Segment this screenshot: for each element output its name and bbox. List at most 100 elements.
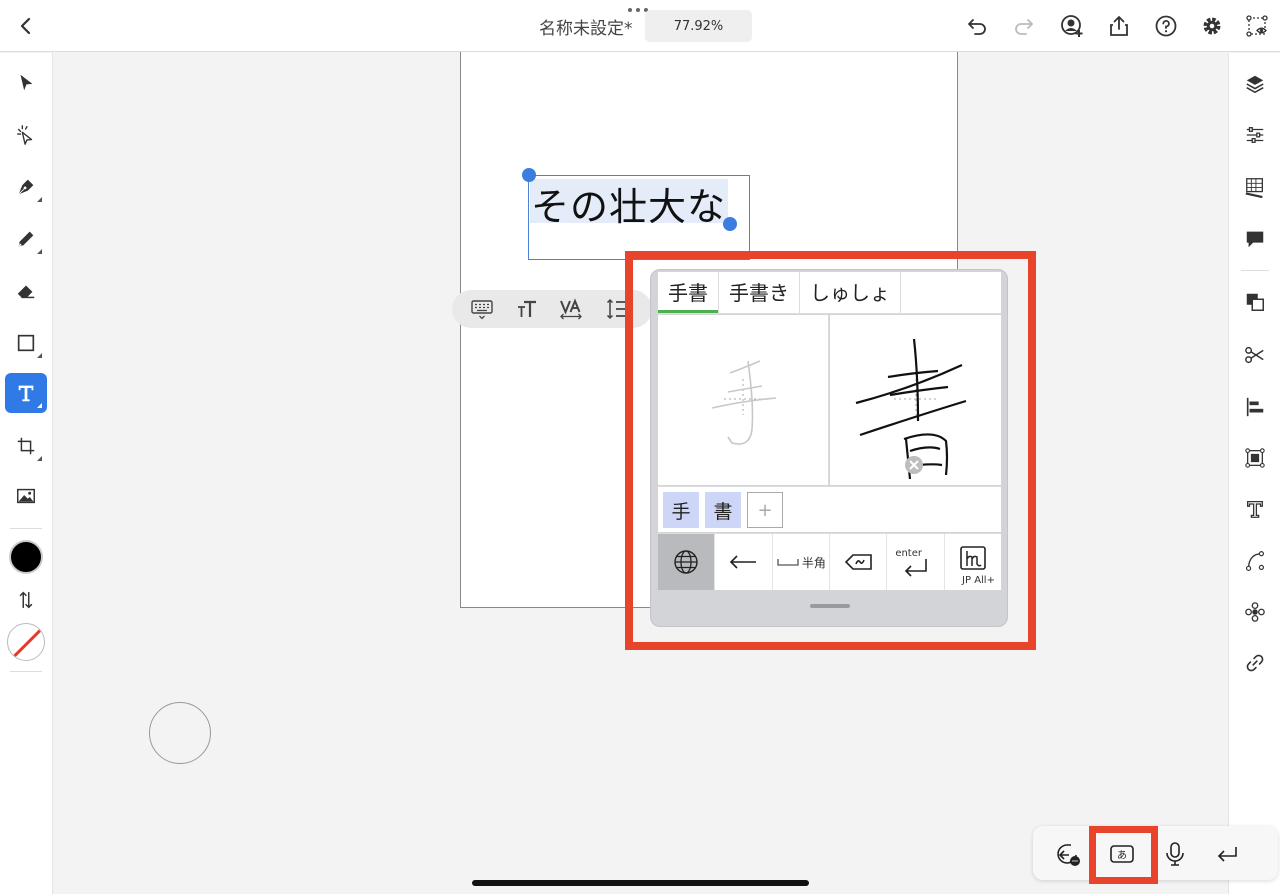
transform-icon — [1245, 448, 1265, 468]
crop-tool[interactable] — [5, 426, 47, 466]
arrow-left-icon — [730, 555, 757, 569]
candidate-item[interactable]: 手書 — [658, 272, 719, 313]
transform-button[interactable] — [1241, 444, 1269, 472]
candidate-item[interactable]: 手書き — [719, 272, 800, 313]
scissors-icon — [1245, 346, 1264, 364]
clear-stroke-icon[interactable] — [904, 455, 924, 475]
handwriting-keyboard: 手書 手書き しゅしょ 手 書 + 半角 enter JP All+ — [650, 269, 1008, 627]
grid-ruler-icon — [1245, 178, 1263, 198]
preview-button[interactable] — [1241, 10, 1273, 42]
dictation-button[interactable] — [1160, 839, 1190, 869]
tracking-button[interactable] — [558, 297, 584, 321]
input-method-key[interactable]: JP All+ — [945, 534, 1001, 590]
zoom-level[interactable]: 77.92% — [645, 10, 752, 42]
pencil-tool[interactable] — [5, 219, 47, 259]
document-title[interactable]: 名称未設定* — [539, 14, 633, 39]
recognized-char[interactable]: 書 — [705, 492, 741, 528]
type-t-icon — [18, 385, 34, 402]
settings-button[interactable] — [1196, 10, 1228, 42]
undo-button[interactable] — [961, 10, 993, 42]
enter-key[interactable]: enter — [887, 534, 945, 590]
space-key-label: 半角 — [801, 555, 826, 570]
sliders-icon — [1246, 127, 1264, 143]
arrow-left-key[interactable] — [715, 534, 773, 590]
share-icon — [1110, 16, 1128, 36]
writing-pad-right[interactable] — [830, 315, 1001, 485]
type-t-outline-icon — [1247, 501, 1263, 518]
direct-selection-tool[interactable] — [5, 115, 47, 155]
share-button[interactable] — [1103, 10, 1135, 42]
comments-button[interactable] — [1241, 225, 1269, 253]
rectangle-tool[interactable] — [5, 323, 47, 363]
candidate-item[interactable]: しゅしょ — [800, 272, 901, 313]
type-tool[interactable] — [5, 373, 47, 413]
chevron-left-icon — [20, 17, 31, 35]
swap-arrows-icon — [19, 591, 33, 609]
globe-key[interactable] — [658, 534, 716, 590]
microphone-icon — [1166, 842, 1184, 866]
link-icon — [1246, 654, 1264, 672]
invite-button[interactable] — [1056, 10, 1088, 42]
text-content[interactable]: その壮大な — [531, 176, 726, 231]
font-size-button[interactable] — [514, 297, 540, 321]
backspace-key[interactable] — [830, 534, 888, 590]
image-tool[interactable] — [5, 476, 47, 516]
space-icon — [777, 559, 799, 566]
pattern-button[interactable] — [1241, 598, 1269, 626]
text-start-handle[interactable] — [522, 168, 536, 182]
selection-tool[interactable] — [5, 63, 47, 103]
fill-color-swatch[interactable] — [9, 540, 43, 574]
writing-pad-left[interactable] — [658, 315, 829, 485]
recognized-char[interactable]: 手 — [663, 492, 699, 528]
align-button[interactable] — [1241, 393, 1269, 421]
layers-button[interactable] — [1241, 70, 1269, 98]
link-button[interactable] — [1241, 649, 1269, 677]
eraser-tool[interactable] — [5, 271, 47, 311]
pen-tool[interactable] — [5, 167, 47, 207]
undo-icon — [968, 19, 986, 35]
arrange-icon — [1246, 293, 1264, 311]
stroke-color-swatch[interactable] — [7, 623, 45, 661]
globe-icon — [674, 550, 698, 574]
grid-ruler-button[interactable] — [1241, 173, 1269, 201]
text-end-handle[interactable] — [723, 217, 737, 231]
cut-button[interactable] — [1241, 341, 1269, 369]
text-context-toolbar — [452, 290, 652, 328]
undo-input-button[interactable] — [1053, 839, 1083, 869]
help-button[interactable] — [1150, 10, 1182, 42]
candidate-bar: 手書 手書き しゅしょ — [658, 272, 1001, 314]
properties-button[interactable] — [1241, 121, 1269, 149]
keyboard-button[interactable] — [469, 297, 495, 321]
space-key[interactable]: 半角 — [773, 534, 830, 590]
return-button[interactable] — [1212, 839, 1242, 869]
pen-nib-icon — [18, 179, 34, 195]
arrange-button[interactable] — [1241, 288, 1269, 316]
type-properties-button[interactable] — [1241, 495, 1269, 523]
crop-icon — [17, 437, 35, 455]
handwriting-mode-icon — [959, 546, 986, 570]
return-arrow-icon — [1217, 847, 1237, 862]
enter-key-label: enter — [895, 548, 922, 559]
toolbar-divider — [10, 671, 42, 672]
home-indicator — [472, 880, 809, 886]
kana-button-highlight-frame — [1089, 826, 1158, 884]
left-toolbar — [0, 53, 53, 894]
path-button[interactable] — [1241, 547, 1269, 575]
gear-icon — [1203, 17, 1221, 35]
help-icon — [1155, 15, 1177, 37]
direct-select-icon — [17, 125, 33, 145]
back-button[interactable] — [14, 12, 38, 40]
layers-icon — [1246, 75, 1264, 94]
redo-icon — [1015, 19, 1033, 35]
swap-colors-button[interactable] — [5, 580, 47, 620]
add-char-button[interactable]: + — [747, 492, 783, 528]
bezier-path-icon — [1245, 551, 1265, 571]
repeat-pattern-icon — [1245, 602, 1265, 622]
panel-drag-handle[interactable] — [810, 604, 850, 608]
input-method-label: JP All+ — [962, 575, 995, 586]
undo-bubble-icon — [1057, 844, 1080, 866]
touch-shortcut-button[interactable] — [149, 702, 211, 764]
redo-button[interactable] — [1008, 10, 1040, 42]
pencil-icon — [18, 231, 34, 247]
text-frame[interactable]: その壮大な — [528, 175, 750, 260]
